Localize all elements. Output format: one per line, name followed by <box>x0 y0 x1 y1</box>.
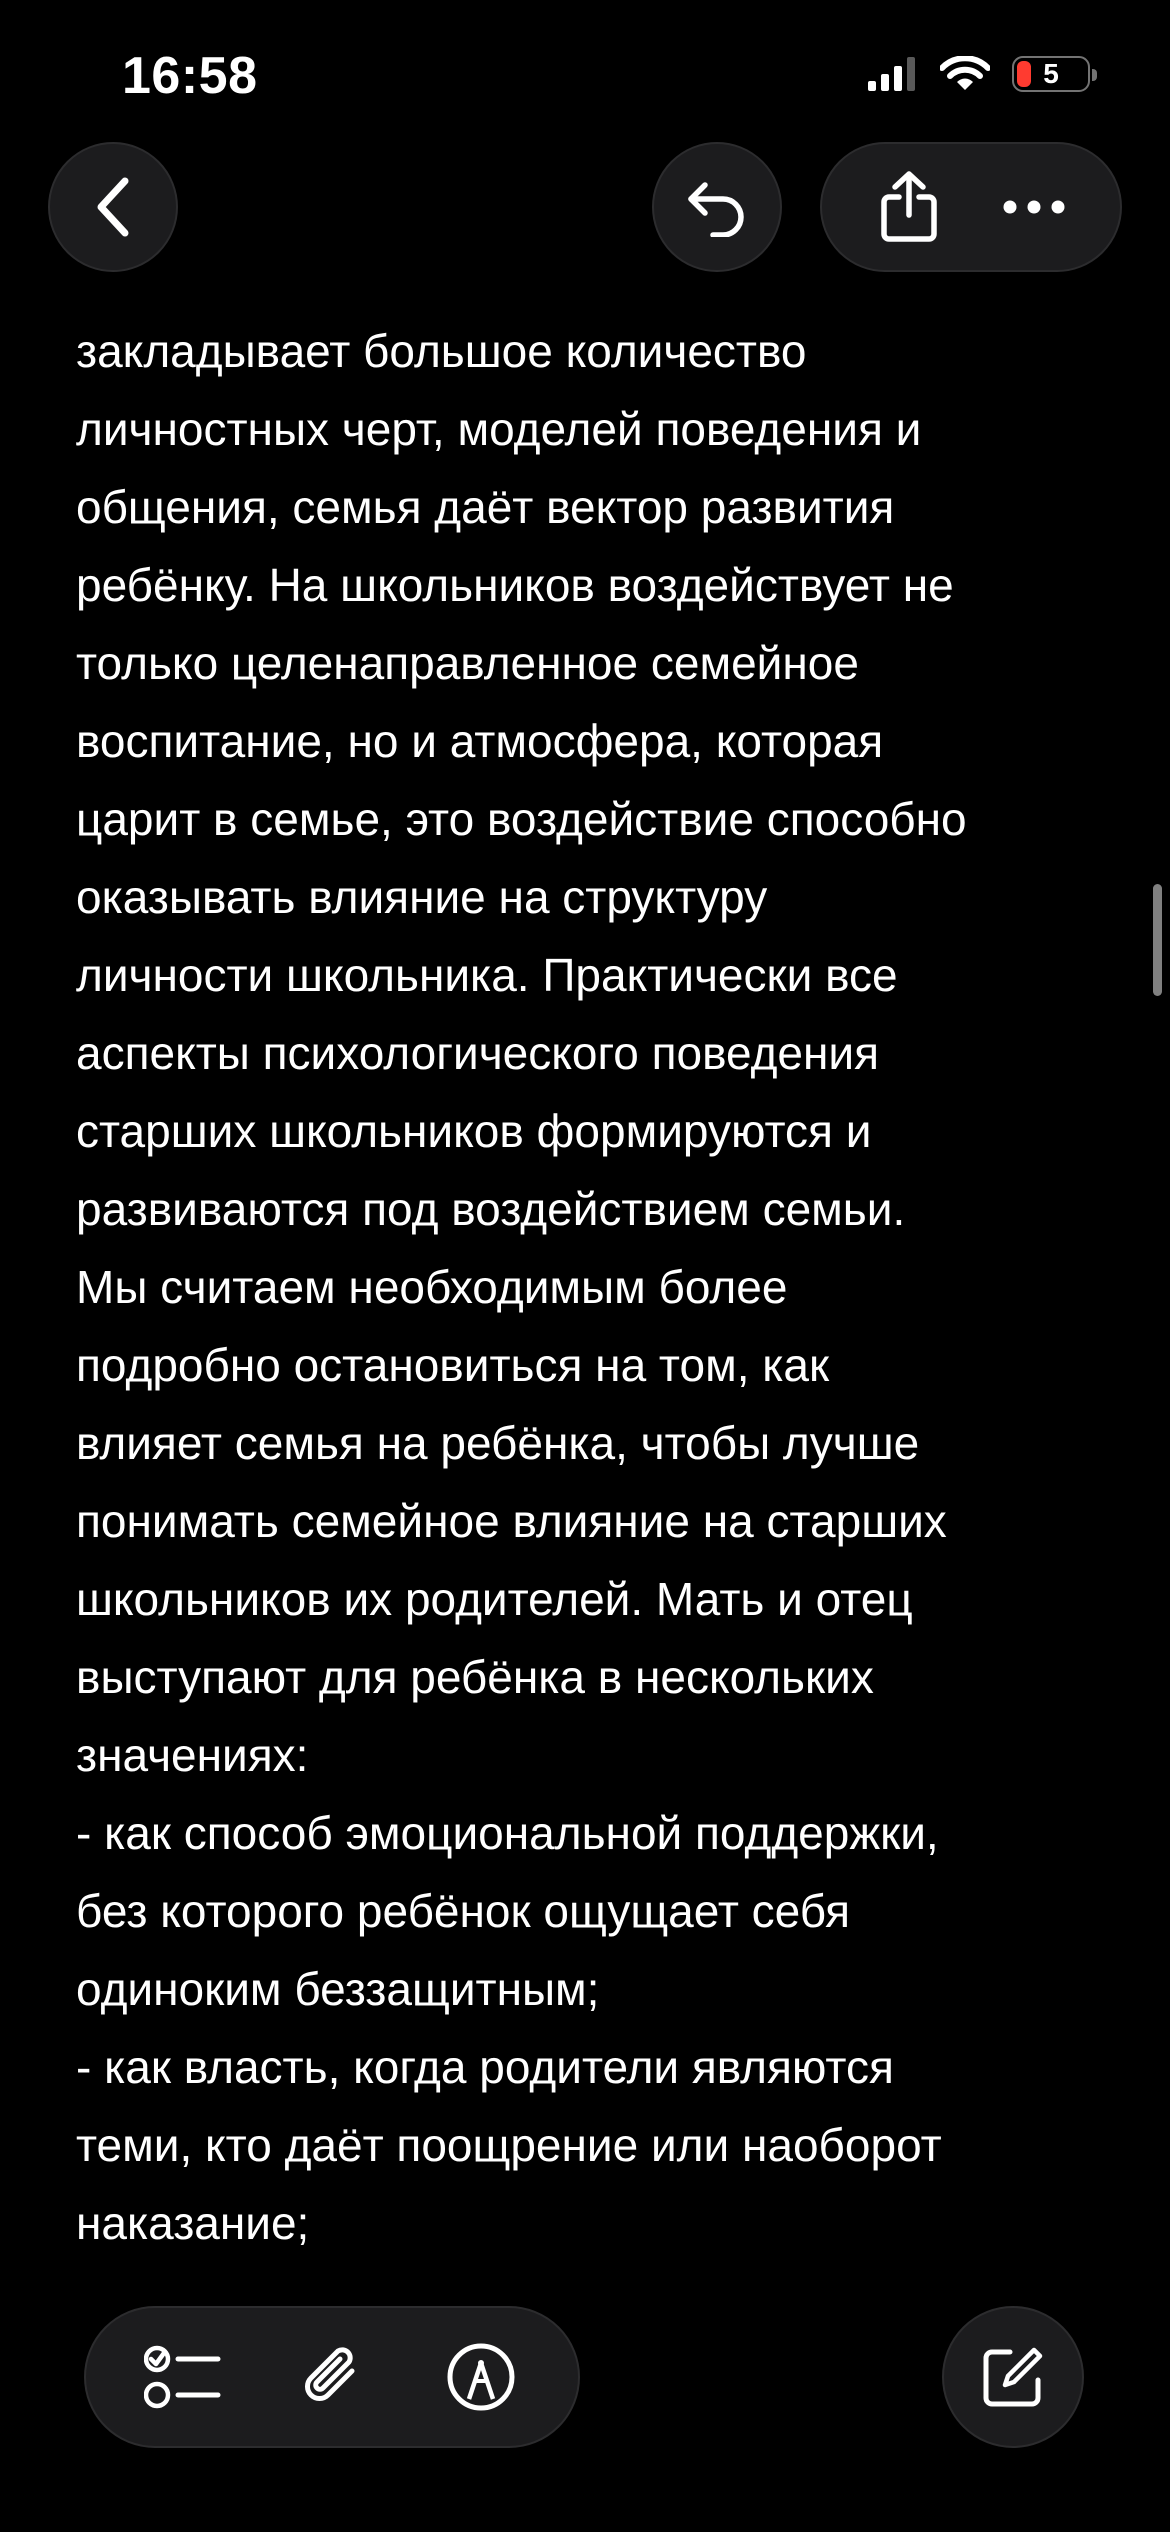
markup-button[interactable] <box>426 2322 536 2432</box>
compose-icon <box>983 2347 1043 2407</box>
battery-icon: 5 <box>1012 56 1097 92</box>
status-icons: 5 <box>868 56 1097 92</box>
note-line: понимать семейное влияние на старших <box>76 1495 947 1547</box>
scroll-indicator[interactable] <box>1153 884 1162 996</box>
note-line: царит в семье, это воздействие способно <box>76 793 967 845</box>
note-line: аспекты психологического поведения <box>76 1027 880 1079</box>
share-button[interactable] <box>854 152 964 262</box>
share-more-group <box>820 142 1122 272</box>
note-line: - как способ эмоциональной поддержки, <box>76 1807 939 1859</box>
note-line: закладывает большое количество <box>76 325 807 377</box>
undo-button[interactable] <box>652 142 782 272</box>
note-line: общения, семья даёт вектор развития <box>76 481 895 533</box>
compose-button[interactable] <box>942 2306 1084 2448</box>
note-line: одиноким беззащитным; <box>76 1963 600 2015</box>
note-body[interactable]: закладывает большое количество личностных… <box>76 312 1106 2262</box>
bottom-toolbar <box>84 2306 580 2448</box>
note-line: школьников их родителей. Мать и отец <box>76 1573 913 1625</box>
note-line: ребёнку. На школьников воздействует не <box>76 559 954 611</box>
share-icon <box>880 171 937 242</box>
battery-level: 5 <box>1043 58 1059 89</box>
note-line: без которого ребёнок ощущает себя <box>76 1885 850 1937</box>
paperclip-icon <box>305 2347 355 2401</box>
checklist-button[interactable] <box>128 2322 238 2432</box>
ellipsis-icon <box>1003 200 1064 214</box>
attach-button[interactable] <box>277 2322 387 2432</box>
back-button[interactable] <box>48 142 178 272</box>
note-line: только целенаправленное семейное <box>76 637 859 689</box>
note-line: - как власть, когда родители являются <box>76 2041 894 2093</box>
note-line: личностных черт, моделей поведения и <box>76 403 922 455</box>
note-line: наказание; <box>76 2197 310 2249</box>
note-line: теми, кто даёт поощрение или наоборот <box>76 2119 942 2171</box>
note-line: старших школьников формируются и <box>76 1105 872 1157</box>
more-button[interactable] <box>979 152 1089 262</box>
note-line: подробно остановиться на том, как <box>76 1339 830 1391</box>
note-line: развиваются под воздействием семьи. <box>76 1183 906 1235</box>
note-line: Мы считаем необходимым более <box>76 1261 788 1313</box>
note-line: влияет семья на ребёнка, чтобы лучше <box>76 1417 920 1469</box>
note-line: оказывать влияние на структуру <box>76 871 768 923</box>
markup-pen-icon <box>447 2343 515 2411</box>
wifi-icon <box>940 56 990 90</box>
note-line: выступают для ребёнка в нескольких <box>76 1651 874 1703</box>
undo-icon <box>688 182 744 237</box>
checklist-icon <box>143 2345 221 2409</box>
note-line: личности школьника. Практически все <box>76 949 898 1001</box>
signal-icon <box>868 57 915 91</box>
status-time: 16:58 <box>122 47 258 105</box>
note-line: значениях: <box>76 1729 309 1781</box>
note-line: воспитание, но и атмосфера, которая <box>76 715 884 767</box>
chevron-left-icon <box>97 177 129 237</box>
